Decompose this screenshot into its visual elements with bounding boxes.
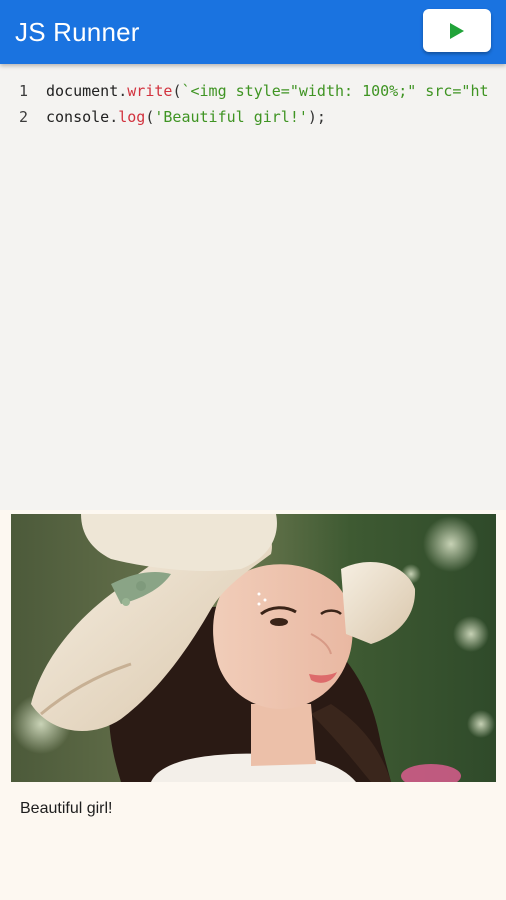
app-bar: JS Runner [0,0,506,64]
code-line: 1 document.write(`<img style="width: 100… [0,78,506,104]
app-title: JS Runner [15,17,140,47]
code-token: log [118,108,146,126]
code-editor[interactable]: 1 document.write(`<img style="width: 100… [0,64,506,510]
code-token: 'Beautiful girl!' [154,108,308,126]
line-number: 2 [19,108,29,126]
portrait-photo-icon [11,514,496,782]
run-button[interactable] [423,9,491,52]
code-text[interactable]: document.write(`<img style="width: 100%;… [46,78,489,104]
code-token: . [118,82,128,100]
code-text[interactable]: console.log('Beautiful girl!'); [46,104,326,130]
code-token: document [46,82,119,100]
code-line: 2 console.log('Beautiful girl!'); [0,104,506,130]
code-token: . [109,108,119,126]
code-token: ); [307,108,326,126]
line-number: 1 [19,82,29,100]
code-token: write [127,82,173,100]
code-token: `<img style="width: 100%;" src="ht [181,82,489,100]
console-output: Beautiful girl! [20,800,113,817]
code-token: console [46,108,110,126]
output-image [11,514,496,782]
output-panel: Beautiful girl! [0,510,506,900]
play-icon [449,22,465,40]
